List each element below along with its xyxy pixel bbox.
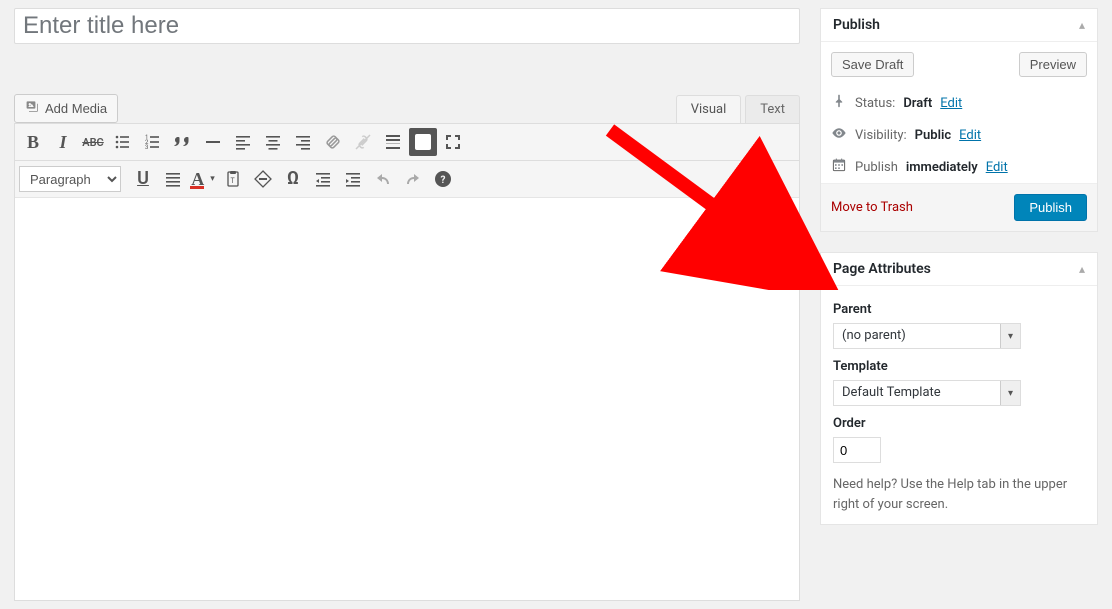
toolbar-toggle-button[interactable] [409,128,437,156]
status-value: Draft [903,96,932,111]
align-center-button[interactable] [259,128,287,156]
paste-text-button[interactable]: T [219,165,247,193]
undo-button[interactable] [369,165,397,193]
toolbar-row-2: Paragraph U A▾ T Ω ? [15,161,799,198]
svg-text:3: 3 [145,144,148,151]
editor-content[interactable] [15,198,799,600]
preview-button[interactable]: Preview [1019,52,1087,77]
calendar-icon [831,157,847,177]
svg-text:T: T [231,177,236,185]
status-label: Status: [855,96,895,111]
edit-schedule-link[interactable]: Edit [986,160,1008,175]
align-justify-button[interactable] [159,165,187,193]
blockquote-button[interactable] [169,128,197,156]
pin-icon [831,93,847,113]
redo-button[interactable] [399,165,427,193]
horizontal-rule-button[interactable] [199,128,227,156]
order-input[interactable] [833,437,881,463]
publish-title: Publish [833,17,880,33]
clear-formatting-button[interactable] [249,165,277,193]
eye-icon [831,125,847,145]
numbered-list-button[interactable]: 123 [139,128,167,156]
help-text: Need help? Use the Help tab in the upper… [833,475,1085,514]
indent-button[interactable] [339,165,367,193]
format-select[interactable]: Paragraph [19,166,121,192]
tab-visual[interactable]: Visual [676,95,742,123]
publish-box: Publish ▴ Save Draft Preview Status: Dra… [820,8,1098,232]
edit-status-link[interactable]: Edit [940,96,962,111]
help-button[interactable]: ? [429,165,457,193]
move-to-trash-link[interactable]: Move to Trash [831,200,913,215]
schedule-label: Publish [855,160,898,175]
parent-select[interactable]: (no parent) ▾ [833,323,1021,349]
template-label: Template [833,359,1085,374]
tab-text[interactable]: Text [745,95,800,123]
add-media-label: Add Media [45,101,107,116]
align-right-button[interactable] [289,128,317,156]
publish-button[interactable]: Publish [1014,194,1087,221]
page-attributes-box: Page Attributes ▴ Parent (no parent) ▾ T… [820,252,1098,525]
title-input[interactable] [14,8,800,44]
schedule-value: immediately [906,160,978,175]
collapse-icon[interactable]: ▴ [1079,262,1085,276]
special-character-button[interactable]: Ω [279,165,307,193]
visibility-label: Visibility: [855,128,907,143]
edit-visibility-link[interactable]: Edit [959,128,981,143]
editor-tabs: Visual Text [676,95,800,123]
chevron-down-icon: ▾ [1000,324,1020,348]
svg-text:?: ? [441,175,446,186]
bulleted-list-button[interactable] [109,128,137,156]
save-draft-button[interactable]: Save Draft [831,52,914,77]
add-media-button[interactable]: Add Media [14,94,118,123]
unlink-button[interactable] [349,128,377,156]
text-color-button[interactable]: A▾ [189,165,217,193]
strikethrough-button[interactable]: ABC [79,128,107,156]
visibility-value: Public [915,128,951,143]
parent-label: Parent [833,302,1085,317]
chevron-down-icon: ▾ [1000,381,1020,405]
order-label: Order [833,416,1085,431]
bold-button[interactable]: B [19,128,47,156]
collapse-icon[interactable]: ▴ [1079,18,1085,32]
toolbar-row-1: B I ABC 123 [15,123,799,161]
align-left-button[interactable] [229,128,257,156]
template-select[interactable]: Default Template ▾ [833,380,1021,406]
insert-more-button[interactable] [379,128,407,156]
outdent-button[interactable] [309,165,337,193]
underline-button[interactable]: U [129,165,157,193]
media-icon [25,99,41,118]
page-attributes-title: Page Attributes [833,261,931,277]
parent-value: (no parent) [838,328,906,343]
template-value: Default Template [838,385,941,400]
link-button[interactable] [319,128,347,156]
italic-button[interactable]: I [49,128,77,156]
fullscreen-button[interactable] [439,128,467,156]
